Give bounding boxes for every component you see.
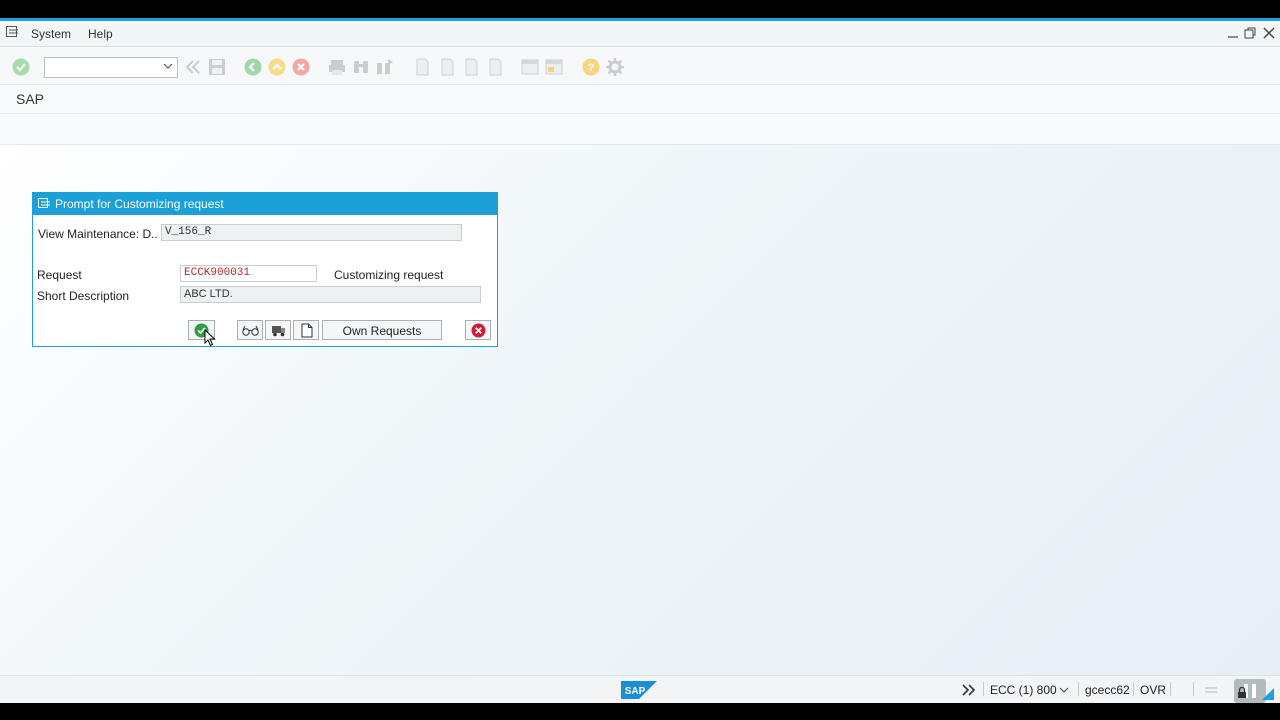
svg-text:SAP: SAP xyxy=(625,686,646,697)
last-page-icon[interactable] xyxy=(486,58,504,76)
shortcut-icon[interactable] xyxy=(545,58,563,76)
sap-logo: SAP xyxy=(621,681,657,699)
customizing-request-dialog: Prompt for Customizing request View Main… xyxy=(32,192,498,347)
print-icon[interactable] xyxy=(328,58,346,76)
gear-icon[interactable] xyxy=(606,58,624,76)
lock-icon xyxy=(1238,687,1246,698)
view-maintenance-label: View Maintenance: D.. xyxy=(38,227,158,241)
first-page-icon[interactable] xyxy=(413,58,431,76)
resize-grip-icon[interactable] xyxy=(1262,688,1274,700)
save-icon[interactable] xyxy=(208,58,226,76)
next-page-icon[interactable] xyxy=(462,58,480,76)
minimize-icon[interactable] xyxy=(1227,29,1239,39)
input-mode[interactable]: OVR xyxy=(1140,683,1166,697)
status-separator xyxy=(1170,682,1171,696)
find-next-icon[interactable] xyxy=(376,58,394,76)
command-field[interactable] xyxy=(44,57,178,78)
page-title: SAP xyxy=(16,91,45,107)
application-toolbar xyxy=(0,114,1280,145)
new-document-icon xyxy=(301,323,313,338)
screen-bottom-border xyxy=(0,703,1280,720)
glasses-icon xyxy=(242,325,259,336)
dialog-header: Prompt for Customizing request xyxy=(33,193,497,215)
chevron-down-icon[interactable] xyxy=(163,61,173,71)
system-info: ECC (1) 800 xyxy=(990,683,1057,697)
own-requests-label: Own Requests xyxy=(342,324,422,338)
double-chevron-right-icon[interactable] xyxy=(962,684,976,696)
mouse-cursor-icon xyxy=(204,329,216,347)
status-separator xyxy=(983,682,984,696)
own-requests-button[interactable]: Own Requests xyxy=(322,320,442,340)
dialog-menu-icon[interactable] xyxy=(38,198,51,209)
cancel-icon[interactable] xyxy=(292,58,310,76)
system-info-dropdown-icon[interactable] xyxy=(1059,686,1069,694)
menu-bar: System Help xyxy=(0,21,1280,47)
create-session-icon[interactable] xyxy=(521,58,539,76)
menu-icon[interactable] xyxy=(6,26,20,38)
connection-icon xyxy=(1205,687,1217,693)
display-request-button[interactable] xyxy=(237,320,263,340)
cancel-x-icon xyxy=(471,323,486,338)
view-maintenance-field: V_156_R xyxy=(161,224,462,241)
create-request-button[interactable] xyxy=(293,320,319,340)
transport-truck-icon xyxy=(272,326,285,337)
exit-icon[interactable] xyxy=(268,58,286,76)
svg-text:?: ? xyxy=(588,62,595,74)
close-window-icon[interactable] xyxy=(1263,27,1275,39)
help-icon[interactable]: ? xyxy=(582,58,600,76)
status-separator xyxy=(1078,682,1079,696)
request-input[interactable]: ECCK900031 xyxy=(180,265,317,282)
screen-title-bar: SAP xyxy=(0,85,1280,114)
server-name: gcecc62 xyxy=(1085,683,1130,697)
menu-help[interactable]: Help xyxy=(88,27,113,41)
request-label: Request xyxy=(37,268,82,282)
enter-check-icon[interactable] xyxy=(12,58,30,76)
cancel-dialog-button[interactable] xyxy=(465,320,491,340)
short-description-label: Short Description xyxy=(37,289,130,303)
request-type-text: Customizing request xyxy=(334,268,444,282)
status-separator xyxy=(1193,682,1194,696)
restore-icon[interactable] xyxy=(1244,27,1257,39)
status-bar: SAP ECC (1) 800 gcecc62 OVR xyxy=(0,675,1280,703)
double-chevron-left-icon[interactable] xyxy=(183,58,201,76)
transport-organizer-button[interactable] xyxy=(265,320,291,340)
find-icon[interactable] xyxy=(352,58,370,76)
screen-top-border xyxy=(0,0,1280,18)
standard-toolbar: ? xyxy=(0,47,1280,85)
back-icon[interactable] xyxy=(244,58,262,76)
short-description-field: ABC LTD. xyxy=(180,286,481,303)
status-separator xyxy=(1133,682,1134,696)
dialog-title: Prompt for Customizing request xyxy=(55,197,224,211)
previous-page-icon[interactable] xyxy=(438,58,456,76)
menu-system[interactable]: System xyxy=(31,27,71,41)
